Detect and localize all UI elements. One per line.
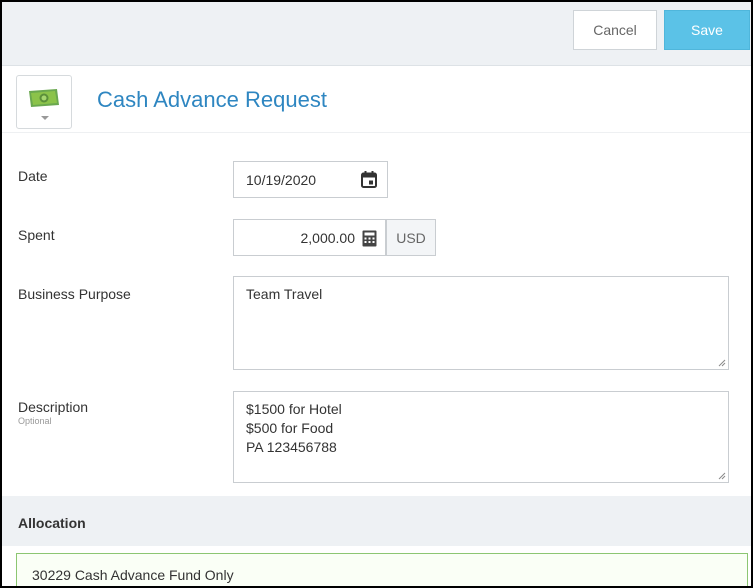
spent-amount-value: 2,000.00: [300, 230, 356, 246]
spent-label: Spent: [18, 227, 55, 243]
expense-type-selector[interactable]: [16, 75, 72, 129]
resize-handle-icon[interactable]: [718, 359, 726, 367]
chevron-down-icon: [41, 116, 49, 120]
action-toolbar: Cancel Save: [2, 2, 751, 66]
cancel-button[interactable]: Cancel: [573, 10, 657, 50]
date-field[interactable]: 10/19/2020: [233, 161, 388, 198]
business-purpose-value: Team Travel: [246, 286, 323, 302]
description-line: PA 123456788: [246, 439, 337, 455]
currency-selector[interactable]: USD: [386, 219, 436, 256]
spent-amount-field[interactable]: 2,000.00: [233, 219, 386, 256]
allocation-section: Allocation: [2, 496, 751, 546]
calendar-icon[interactable]: [361, 171, 377, 188]
description-line: $500 for Food: [246, 420, 334, 436]
money-bill-icon: [29, 89, 59, 107]
date-value: 10/19/2020: [246, 172, 317, 188]
description-textarea[interactable]: $1500 for Hotel $500 for Food PA 1234567…: [233, 391, 729, 483]
expense-form-window: Cancel Save Cash Advance Request Date 10…: [0, 0, 753, 588]
description-label: Description: [18, 399, 89, 415]
allocation-title: Allocation: [18, 515, 86, 531]
business-purpose-label: Business Purpose: [18, 286, 131, 302]
allocation-item[interactable]: 30229 Cash Advance Fund Only: [16, 553, 748, 586]
date-label: Date: [18, 168, 48, 184]
description-line: $1500 for Hotel: [246, 401, 342, 417]
form-header: Cash Advance Request: [2, 67, 751, 133]
allocation-value: 30229 Cash Advance Fund Only: [32, 567, 234, 583]
description-optional-hint: Optional: [18, 416, 52, 426]
calculator-icon[interactable]: [362, 230, 377, 247]
resize-handle-icon[interactable]: [718, 472, 726, 480]
page-title: Cash Advance Request: [97, 87, 327, 112]
save-button[interactable]: Save: [664, 10, 750, 50]
business-purpose-textarea[interactable]: Team Travel: [233, 276, 729, 370]
